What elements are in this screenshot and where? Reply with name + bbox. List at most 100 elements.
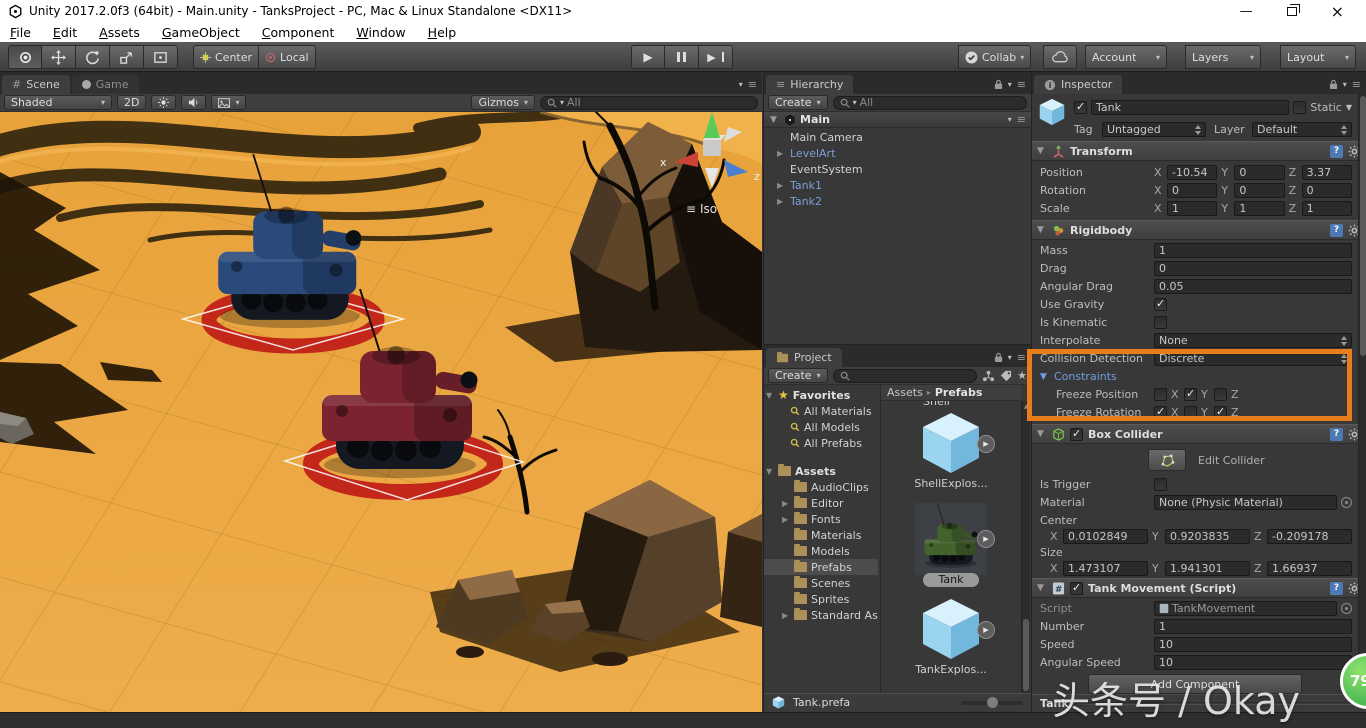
rigidbody-header[interactable]: ▼ Rigidbody ?: [1032, 220, 1366, 240]
script-enabled-checkbox[interactable]: [1070, 582, 1083, 595]
angular-speed-field[interactable]: 10: [1154, 655, 1352, 670]
step-button[interactable]: ▶: [699, 45, 733, 69]
prefab-play-badge[interactable]: ▶: [977, 621, 995, 639]
cloud-button[interactable]: [1043, 45, 1077, 69]
minimize-button[interactable]: —: [1240, 4, 1253, 19]
item-tankexplosion-label[interactable]: TankExplos...: [881, 663, 1021, 676]
close-button[interactable]: ×: [1331, 2, 1344, 21]
tank-movement-header[interactable]: ▼ # Tank Movement (Script) ?: [1032, 578, 1366, 598]
search-by-label-icon[interactable]: [1000, 370, 1012, 382]
rotate-tool-button[interactable]: [76, 45, 110, 69]
slider-knob[interactable]: [987, 697, 998, 708]
folder-scenes[interactable]: Scenes: [764, 575, 878, 591]
inspector-menu-icon[interactable]: ≡: [1352, 78, 1361, 91]
project-scrollbar[interactable]: ▲: [1021, 401, 1030, 693]
freeze-position-z-checkbox[interactable]: [1214, 388, 1227, 401]
lock-icon[interactable]: [994, 79, 1003, 90]
size-x-field[interactable]: 1.473107: [1063, 561, 1148, 576]
move-tool-button[interactable]: [42, 45, 76, 69]
tab-inspector[interactable]: i Inspector: [1034, 75, 1122, 94]
freeze-position-x-checkbox[interactable]: [1154, 388, 1167, 401]
project-menu-icon[interactable]: ≡: [1017, 351, 1026, 364]
scene-row-menu[interactable]: ▾: [1008, 115, 1012, 124]
static-dropdown[interactable]: ▼: [1346, 103, 1352, 112]
hierarchy-item-tank2[interactable]: ▶Tank2: [764, 193, 1029, 209]
folder-editor[interactable]: ▶Editor: [764, 495, 878, 511]
favorite-all-prefabs[interactable]: All Prefabs: [764, 435, 878, 451]
inspector-panel-menu[interactable]: ▾: [1343, 80, 1347, 89]
restore-button[interactable]: [1287, 7, 1297, 16]
audio-toggle-button[interactable]: [181, 95, 206, 110]
scale-x-field[interactable]: 1: [1167, 201, 1217, 216]
folder-models[interactable]: Models: [764, 543, 878, 559]
item-tankexplosion-icon[interactable]: [919, 597, 983, 661]
tab-scene[interactable]: #Scene: [2, 75, 70, 94]
menu-help[interactable]: Help: [428, 25, 457, 40]
breadcrumb-prefabs[interactable]: Prefabs: [935, 386, 983, 399]
object-picker-icon[interactable]: [1341, 603, 1352, 614]
project-create-dropdown[interactable]: Create▾: [768, 368, 828, 383]
favorite-all-materials[interactable]: All Materials: [764, 403, 878, 419]
lighting-toggle-button[interactable]: [151, 95, 176, 110]
search-by-type-icon[interactable]: [982, 370, 995, 382]
freeze-rotation-x-checkbox[interactable]: [1154, 406, 1167, 419]
position-x-field[interactable]: -10.54: [1167, 165, 1217, 180]
freeze-position-y-checkbox[interactable]: [1184, 388, 1197, 401]
help-icon[interactable]: ?: [1330, 145, 1343, 158]
inspector-scrollbar[interactable]: [1358, 94, 1366, 694]
gizmo-projection-label[interactable]: Iso: [700, 202, 717, 216]
play-button[interactable]: ▶: [631, 45, 665, 69]
edit-collider-button[interactable]: [1148, 449, 1186, 471]
menu-assets[interactable]: Assets: [99, 25, 140, 40]
hierarchy-item-main-camera[interactable]: Main Camera: [764, 129, 1029, 145]
hierarchy-item-tank1[interactable]: ▶Tank1: [764, 177, 1029, 193]
menu-file[interactable]: File: [10, 25, 31, 40]
scale-y-field[interactable]: 1: [1234, 201, 1284, 216]
expand-arrow-icon[interactable]: ▶: [777, 197, 783, 206]
expand-arrow-icon[interactable]: ▶: [777, 181, 783, 190]
layout-dropdown[interactable]: Layout▾: [1280, 45, 1356, 69]
transform-header[interactable]: ▼ Transform ?: [1032, 141, 1366, 161]
expand-arrow-icon[interactable]: ▶: [777, 149, 783, 158]
freeze-rotation-y-checkbox[interactable]: [1184, 406, 1197, 419]
hierarchy-item-levelart[interactable]: ▶LevelArt: [764, 145, 1029, 161]
menu-window[interactable]: Window: [356, 25, 405, 40]
space-local-button[interactable]: Local: [259, 45, 316, 69]
favorites-star-icon[interactable]: ★: [1017, 369, 1027, 382]
prefab-play-badge[interactable]: ▶: [977, 435, 995, 453]
collab-dropdown[interactable]: Collab▾: [958, 45, 1031, 69]
scene-viewport[interactable]: y x z ≡ Iso: [0, 112, 762, 712]
layers-dropdown[interactable]: Layers▾: [1185, 45, 1261, 69]
size-y-field[interactable]: 1.941301: [1165, 561, 1250, 576]
hierarchy-search-input[interactable]: ▾All: [833, 96, 1027, 110]
rotation-y-field[interactable]: 0: [1234, 183, 1284, 198]
folder-standard-assets[interactable]: ▶Standard As: [764, 607, 878, 623]
collision-detection-dropdown[interactable]: Discrete: [1154, 351, 1352, 366]
speed-field[interactable]: 10: [1154, 637, 1352, 652]
folder-prefabs[interactable]: Prefabs: [764, 559, 878, 575]
help-icon[interactable]: ?: [1330, 224, 1343, 237]
lock-icon[interactable]: [1329, 79, 1338, 90]
item-shellexplosion-icon[interactable]: [919, 411, 983, 475]
pause-button[interactable]: [665, 45, 699, 69]
folder-fonts[interactable]: ▶Fonts: [764, 511, 878, 527]
tab-hierarchy[interactable]: ≡Hierarchy: [766, 75, 853, 94]
tag-dropdown[interactable]: Untagged: [1102, 122, 1206, 137]
layer-dropdown[interactable]: Default: [1252, 122, 1352, 137]
menu-component[interactable]: Component: [262, 25, 335, 40]
is-kinematic-checkbox[interactable]: [1154, 316, 1167, 329]
center-z-field[interactable]: -0.209178: [1267, 529, 1352, 544]
position-z-field[interactable]: 3.37: [1302, 165, 1352, 180]
item-tank-label[interactable]: Tank: [923, 573, 979, 587]
rotation-z-field[interactable]: 0: [1302, 183, 1352, 198]
gizmo-mode-menu-icon[interactable]: ≡: [686, 202, 696, 216]
number-field[interactable]: 1: [1154, 619, 1352, 634]
hand-tool-button[interactable]: [8, 45, 42, 69]
size-z-field[interactable]: 1.66937: [1267, 561, 1352, 576]
gizmo-cube[interactable]: [703, 140, 721, 156]
hierarchy-panel-menu[interactable]: ▾: [1008, 80, 1012, 89]
menu-gameobject[interactable]: GameObject: [162, 25, 240, 40]
hierarchy-item-eventsystem[interactable]: EventSystem: [764, 161, 1029, 177]
thumbnail-size-slider[interactable]: [961, 701, 1023, 705]
shading-mode-dropdown[interactable]: Shaded▾: [4, 95, 112, 110]
